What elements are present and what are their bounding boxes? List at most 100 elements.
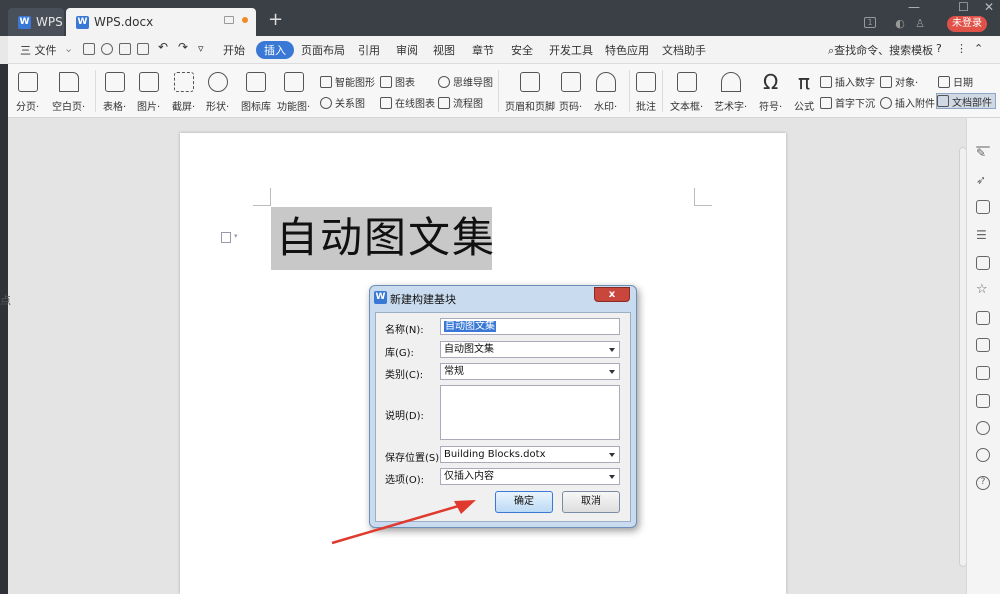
symbol-button[interactable]: Ω 符号· [759,72,782,113]
tab-wps-home[interactable]: W WPS [8,8,64,36]
menu-doc-assistant[interactable]: 文档助手 [662,42,706,58]
help-circle-icon[interactable]: ? [976,476,990,490]
category-select[interactable]: 常规 [440,363,620,380]
file-menu-chevron-icon[interactable]: ⌄ [64,42,73,55]
page-break-button[interactable]: 分页· [16,72,39,113]
menu-insert[interactable]: 插入 [256,41,294,59]
picture-button[interactable]: 图片· [137,72,160,113]
formula-button[interactable]: π 公式 [794,72,814,113]
watermark-button[interactable]: 水印· [594,72,617,113]
backup-icon[interactable] [976,421,990,435]
object-button[interactable]: 对象· [880,74,918,89]
close-window-icon[interactable]: ✕ [984,0,994,14]
translate-icon[interactable] [976,338,990,352]
login-button[interactable]: 未登录 [947,16,987,32]
collapse-ribbon-icon[interactable]: ⌃ [974,42,983,55]
adjust-icon[interactable]: ☰ [976,228,990,242]
gallery-select-value: 自动图文集 [444,344,494,355]
comment-button[interactable]: 批注 [636,72,656,113]
image-search-icon[interactable] [976,256,990,270]
blank-page-label: 空白页· [52,102,86,113]
page-number-label: 页码· [559,102,583,113]
header-footer-button[interactable]: 页眉和页脚 [505,72,555,113]
gallery-label: 库(G): [385,348,414,359]
save-in-select[interactable]: Building Blocks.dotx [440,446,620,463]
function-chart-button[interactable]: 功能图· [277,72,310,113]
textbox-button[interactable]: 文本框· [670,72,703,113]
attachment-button[interactable]: 插入附件 [880,95,935,110]
tab-document[interactable]: W WPS.docx [66,8,256,36]
pen-icon[interactable]: ✎ [976,146,990,160]
picture-panel-icon[interactable] [976,394,990,408]
table-button[interactable]: 表格· [103,72,126,113]
icon-library-button[interactable]: 图标库 [241,72,271,113]
online-chart-label: 在线图表 [395,99,435,110]
menu-start[interactable]: 开始 [223,42,245,58]
help-icon[interactable]: ? [936,42,942,55]
picture-label: 图片· [137,102,161,113]
description-textarea[interactable] [440,385,620,440]
shape-button[interactable]: 形状· [206,72,229,113]
redo-icon[interactable]: ↷ [178,40,188,54]
options-select[interactable]: 仅插入内容 [440,468,620,485]
undo-icon[interactable]: ↶ [158,40,168,54]
maximize-icon[interactable]: ☐ [958,0,969,14]
minimize-icon[interactable]: — [908,0,920,14]
comment-label: 批注 [636,102,656,113]
menu-page-layout[interactable]: 页面布局 [301,42,345,58]
drop-cap-button[interactable]: 首字下沉 [820,95,875,110]
cursor-icon[interactable]: ➶ [976,173,990,187]
command-search[interactable]: ⌕查找命令、搜索模板 [828,42,933,58]
smart-shape-button[interactable]: 智能图形 [320,74,375,89]
export-pdf-icon[interactable] [101,43,113,55]
quick-access-dropdown-icon[interactable]: ▿ [198,42,204,55]
print-preview-icon[interactable] [137,43,149,55]
options-select-value: 仅插入内容 [444,471,494,482]
ok-button[interactable]: 确定 [495,491,553,513]
menu-chapter[interactable]: 章节 [472,42,494,58]
wordart-button[interactable]: 艺术字· [714,72,747,113]
menu-security[interactable]: 安全 [511,42,533,58]
doc-parts-label: 文档部件 [952,97,992,109]
file-menu[interactable]: 三 文件 [20,42,57,58]
save-icon[interactable] [83,43,95,55]
more-icon[interactable]: ⋮ [956,42,967,55]
monitor-icon[interactable] [224,16,234,24]
screenshot-button[interactable]: 截屏· [172,72,195,113]
menu-references[interactable]: 引用 [358,42,380,58]
gallery-select[interactable]: 自动图文集 [440,341,620,358]
chevron-down-icon [609,475,615,479]
wordart-label: 艺术字· [714,102,748,113]
menu-developer[interactable]: 开发工具 [549,42,593,58]
dialog-close-button[interactable]: x [594,287,630,302]
blank-page-button[interactable]: 空白页· [52,72,85,113]
chart-button[interactable]: 图表 [380,74,415,89]
new-tab-icon[interactable]: + [268,11,283,29]
doc-parts-button[interactable]: 文档部件 [936,93,996,109]
menu-review[interactable]: 审阅 [396,42,418,58]
paragraph-options-chevron-icon[interactable]: ▾ [234,232,238,240]
name-field[interactable]: 自动图文集 [440,318,620,335]
history-icon[interactable] [976,448,990,462]
archive-icon[interactable] [976,366,990,380]
document-text[interactable]: 自动图文集 [276,212,496,264]
mind-map-button[interactable]: 思维导图 [438,74,493,89]
flow-chart-button[interactable]: 流程图 [438,95,483,110]
cancel-button[interactable]: 取消 [562,491,620,513]
print-icon[interactable] [119,43,131,55]
menu-view[interactable]: 视图 [433,42,455,58]
menu-special-apps[interactable]: 特色应用 [605,42,649,58]
date-button[interactable]: 日期 [938,74,973,89]
skin-icon[interactable]: ◐ [893,17,907,31]
share-icon[interactable] [976,311,990,325]
relation-chart-button[interactable]: 关系图 [320,95,365,110]
insert-number-button[interactable]: 插入数字 [820,74,875,89]
shirt-icon[interactable]: ♙ [913,17,927,31]
shapes-icon[interactable] [976,200,990,214]
paragraph-options-icon[interactable] [221,232,231,243]
star-icon[interactable]: ☆ [976,283,990,297]
function-chart-label: 功能图· [277,102,311,113]
online-chart-button[interactable]: 在线图表 [380,95,435,110]
page-number-button[interactable]: 页码· [559,72,582,113]
page-count-icon[interactable]: 1 [864,17,876,28]
